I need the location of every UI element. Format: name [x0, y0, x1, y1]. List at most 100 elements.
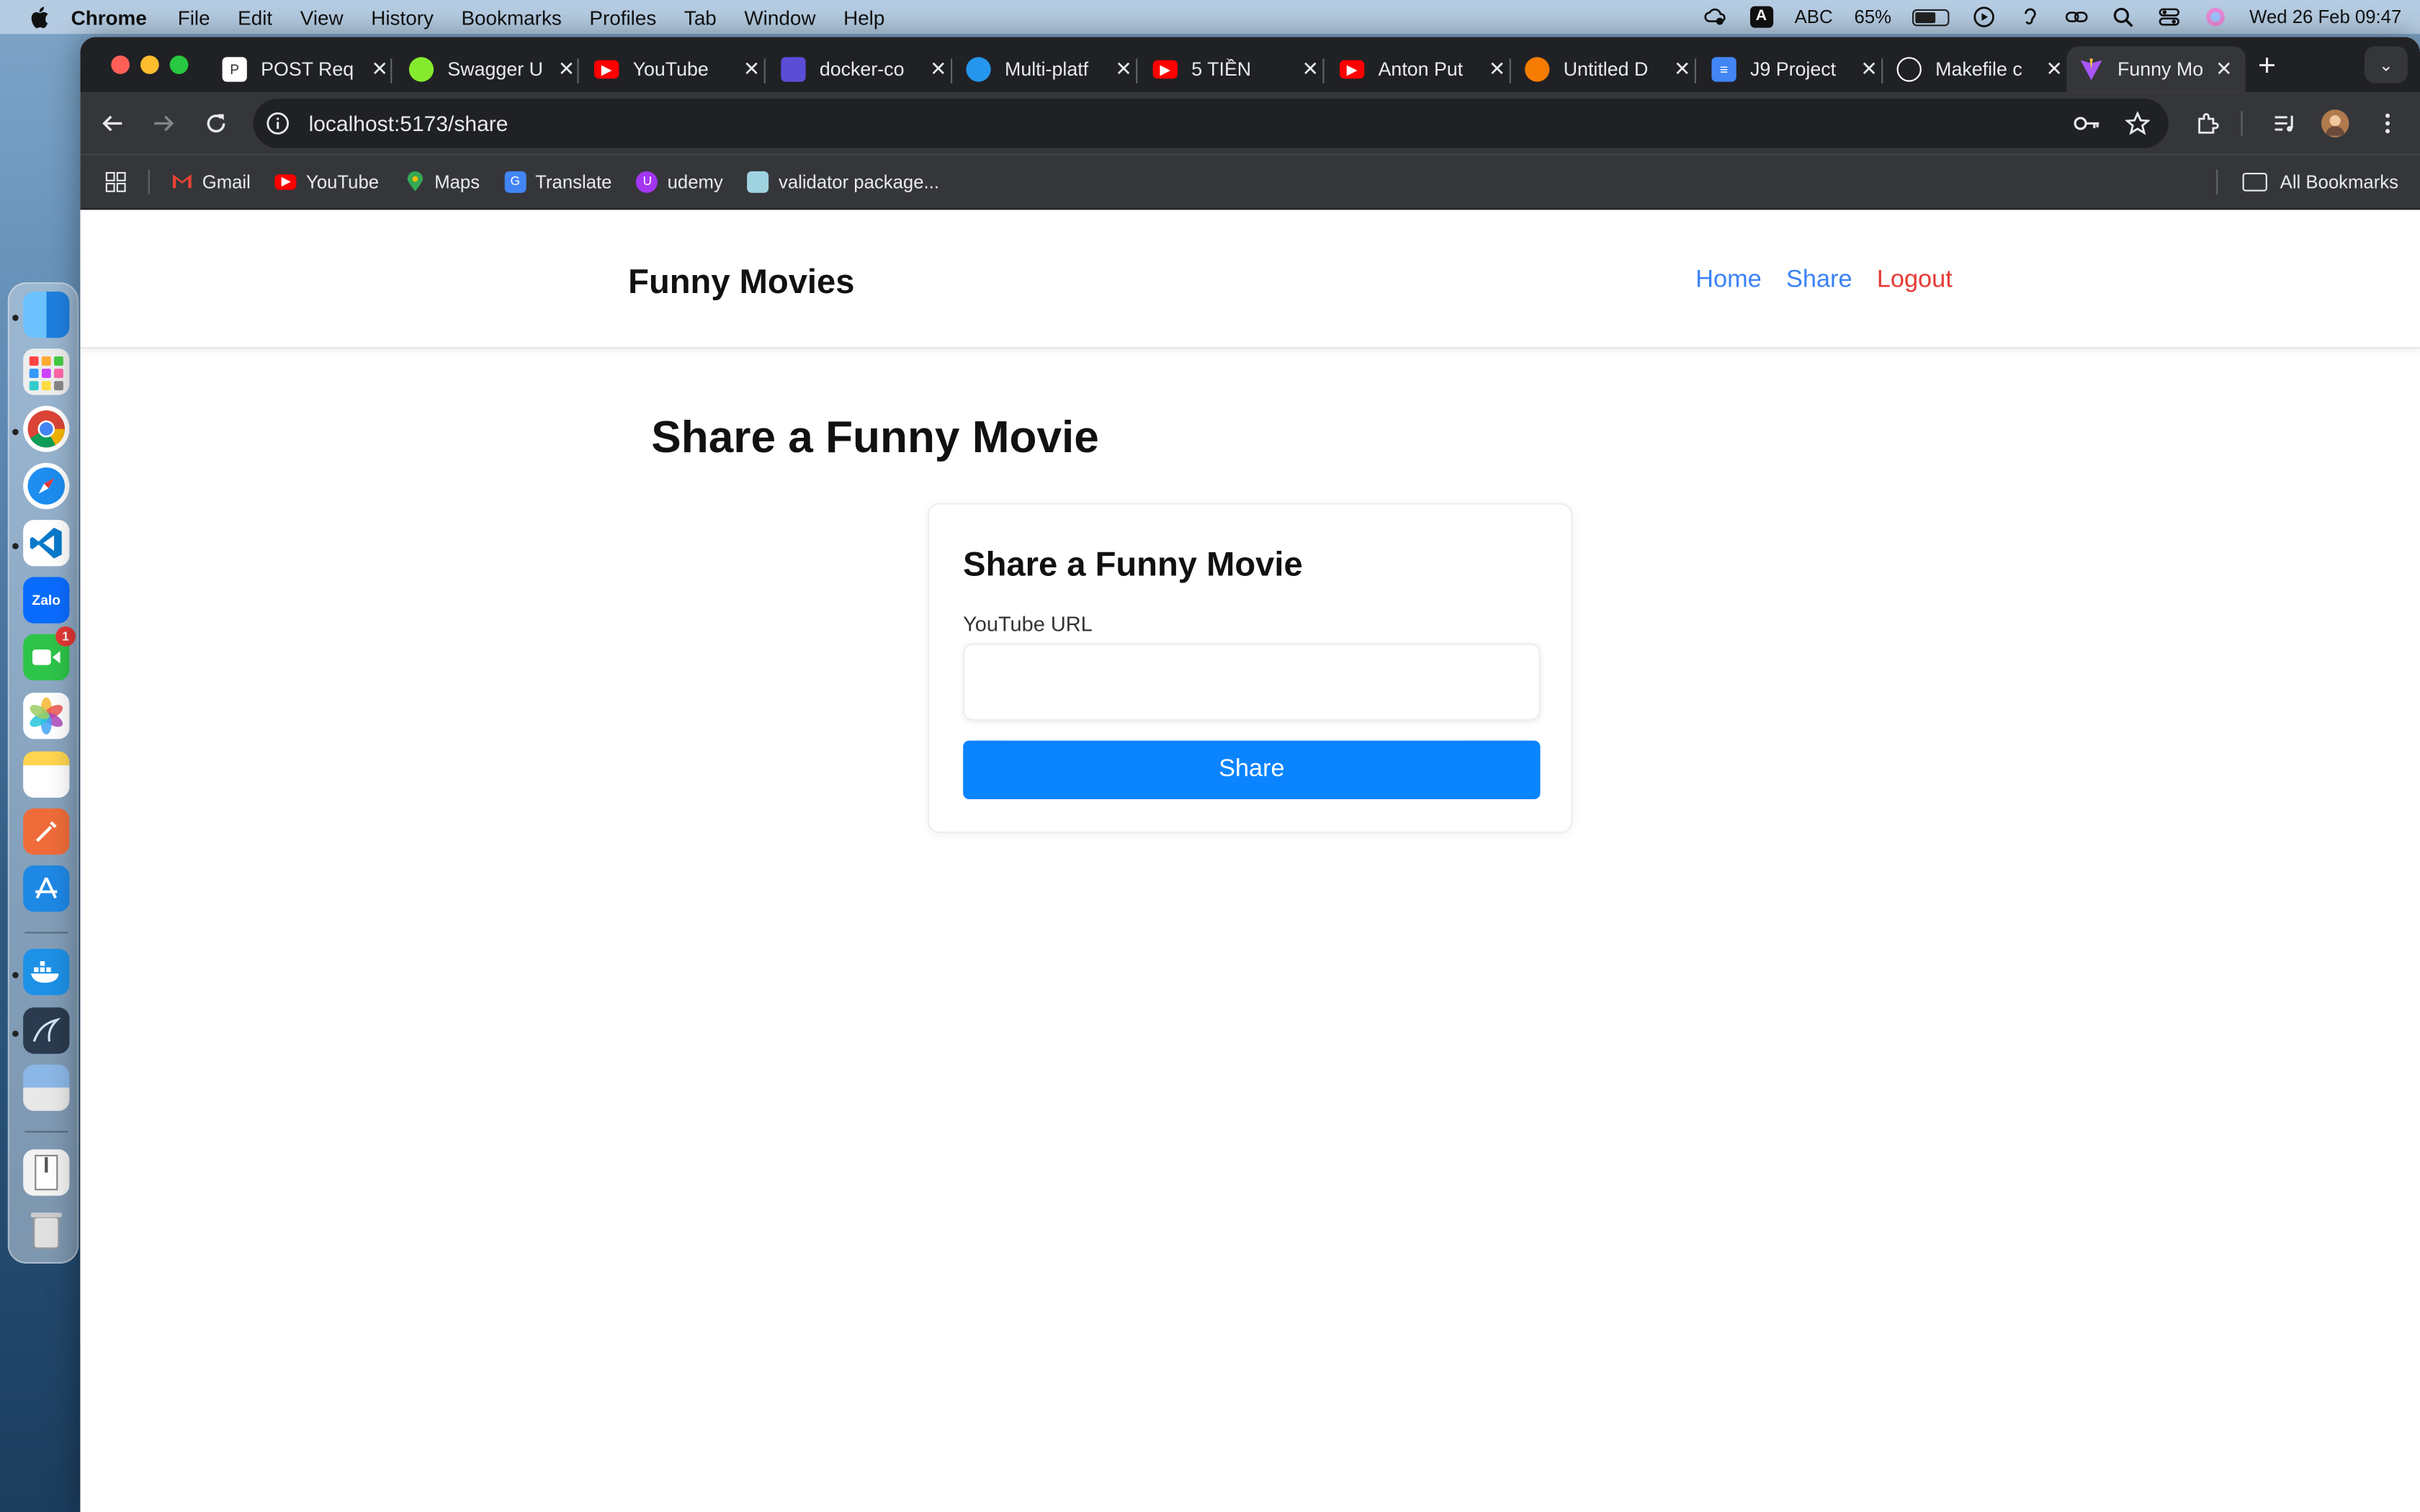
youtube-url-input[interactable] [963, 643, 1541, 721]
menu-file[interactable]: File [178, 6, 210, 29]
bookmark-youtube[interactable]: ▶ YouTube [275, 171, 379, 192]
input-source-badge[interactable]: A [1749, 6, 1773, 28]
zoom-window-button[interactable] [169, 55, 189, 74]
control-center-icon[interactable] [2157, 6, 2182, 28]
gmail-icon [171, 171, 193, 192]
nav-link-share[interactable]: Share [1786, 267, 1852, 295]
close-tab-icon[interactable]: ✕ [741, 57, 763, 81]
link-icon[interactable] [2064, 6, 2089, 28]
tab-strip: P POST Req ✕ Swagger U ✕ ▶ YouTube ✕ doc… [80, 37, 2420, 93]
form-title: Share a Funny Movie [963, 544, 1303, 583]
docker-icon[interactable] [23, 948, 70, 996]
tab-makefile[interactable]: Makefile c ✕ [1896, 46, 2066, 92]
battery-icon[interactable] [1913, 8, 1950, 26]
photos-icon[interactable] [23, 693, 70, 739]
siri-icon[interactable] [2203, 6, 2228, 28]
app-store-icon[interactable] [23, 865, 70, 912]
bookmark-gmail[interactable]: Gmail [171, 171, 251, 192]
tab-j9-project[interactable]: ≡ J9 Project ✕ [1711, 46, 1880, 92]
close-tab-icon[interactable]: ✕ [928, 57, 949, 81]
menu-edit[interactable]: Edit [238, 6, 272, 29]
bookmark-star-icon[interactable] [2124, 111, 2151, 143]
close-tab-icon[interactable]: ✕ [369, 57, 390, 81]
menu-view[interactable]: View [300, 6, 344, 29]
finder-icon[interactable] [23, 292, 70, 338]
close-tab-icon[interactable]: ✕ [1113, 57, 1134, 81]
nav-link-home[interactable]: Home [1695, 267, 1761, 295]
menu-bookmarks[interactable]: Bookmarks [461, 6, 561, 29]
close-window-button[interactable] [111, 55, 130, 74]
translate-icon: G [504, 170, 526, 192]
close-tab-icon[interactable]: ✕ [1672, 57, 1693, 81]
close-tab-icon[interactable]: ✕ [2043, 57, 2065, 81]
play-icon[interactable] [1971, 6, 1996, 28]
bookmark-translate[interactable]: G Translate [504, 170, 611, 192]
preview-icon[interactable] [23, 1064, 70, 1111]
mysql-workbench-icon[interactable] [23, 1007, 70, 1054]
profile-avatar[interactable] [2321, 109, 2349, 138]
notes-icon[interactable] [23, 751, 70, 798]
weather-icon[interactable] [1703, 6, 1728, 28]
app-brand[interactable]: Funny Movies [628, 262, 854, 302]
tab-post-request[interactable]: P POST Req ✕ [222, 46, 391, 92]
apps-grid-icon[interactable] [105, 171, 127, 192]
tab-5-tien[interactable]: ▶ 5 TIỀN ✕ [1152, 46, 1322, 92]
menu-help[interactable]: Help [843, 6, 884, 29]
facetime-icon[interactable]: 1 [23, 626, 76, 680]
bookmark-maps[interactable]: Maps [403, 170, 480, 192]
tab-funny-movies[interactable]: Funny Mo ✕ [2066, 46, 2246, 93]
running-indicator [12, 428, 19, 436]
site-info-icon[interactable] [262, 108, 293, 139]
address-bar[interactable]: localhost:5173/share [253, 99, 2169, 148]
chrome-icon[interactable] [23, 405, 70, 452]
tab-multi-platform[interactable]: Multi-platf ✕ [966, 46, 1134, 92]
all-bookmarks-button[interactable]: All Bookmarks [2216, 169, 2398, 194]
reload-button[interactable] [202, 109, 230, 138]
tab-untitled-diagram[interactable]: Untitled D ✕ [1525, 46, 1693, 92]
password-key-icon[interactable] [2073, 111, 2101, 143]
hearing-icon[interactable] [2018, 6, 2043, 28]
media-controls-icon[interactable] [2270, 109, 2298, 138]
new-tab-button[interactable]: + [2258, 50, 2276, 85]
back-button[interactable] [99, 109, 127, 138]
bookmark-label: YouTube [306, 170, 380, 192]
close-tab-icon[interactable]: ✕ [555, 57, 577, 81]
more-menu-icon[interactable] [2374, 109, 2402, 138]
nav-link-logout[interactable]: Logout [1877, 267, 1953, 295]
spotlight-search-icon[interactable] [2110, 6, 2135, 28]
forward-button[interactable] [150, 109, 178, 138]
tab-docker-compose[interactable]: docker-co ✕ [781, 46, 949, 92]
close-tab-icon[interactable]: ✕ [1858, 57, 1880, 81]
zalo-icon[interactable]: Zalo [23, 577, 70, 624]
archive-file-icon[interactable] [23, 1149, 70, 1196]
apple-logo-icon[interactable] [28, 6, 50, 28]
bookmark-udemy[interactable]: U udemy [636, 170, 723, 192]
web-page: Funny Movies Home Share Logout Share a F… [80, 210, 2420, 1512]
menu-app-name[interactable]: Chrome [71, 6, 147, 29]
trash-icon[interactable] [23, 1207, 69, 1253]
menu-history[interactable]: History [371, 6, 434, 29]
address-url[interactable]: localhost:5173/share [309, 111, 508, 135]
close-tab-icon[interactable]: ✕ [1299, 57, 1321, 81]
safari-icon[interactable] [23, 462, 70, 510]
running-indicator [12, 972, 19, 978]
launchpad-icon[interactable] [23, 348, 70, 395]
menu-tab[interactable]: Tab [684, 6, 717, 29]
app-nav: Home Share Logout [1695, 267, 1952, 295]
menu-clock[interactable]: Wed 26 Feb 09:47 [2249, 6, 2401, 28]
close-tab-icon[interactable]: ✕ [2213, 57, 2235, 81]
tab-search-button[interactable]: ⌄ [2364, 46, 2408, 84]
input-source-label[interactable]: ABC [1795, 6, 1833, 28]
menu-window[interactable]: Window [744, 6, 815, 29]
vscode-icon[interactable] [23, 520, 70, 567]
tab-swagger[interactable]: Swagger U ✕ [408, 46, 578, 92]
menu-profiles[interactable]: Profiles [589, 6, 656, 29]
bookmark-validator-package[interactable]: validator package... [748, 170, 939, 192]
extensions-icon[interactable] [2193, 109, 2221, 138]
tab-anton-putra[interactable]: ▶ Anton Put ✕ [1340, 46, 1508, 92]
tab-youtube[interactable]: ▶ YouTube ✕ [594, 46, 763, 92]
postman-icon[interactable] [23, 808, 70, 855]
close-tab-icon[interactable]: ✕ [1487, 57, 1508, 81]
share-button[interactable]: Share [963, 740, 1541, 799]
minimize-window-button[interactable] [140, 55, 159, 74]
